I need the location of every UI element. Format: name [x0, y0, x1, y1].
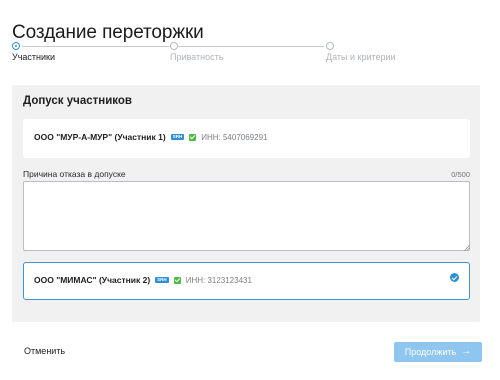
continue-button[interactable]: Продолжить →	[394, 342, 482, 362]
verified-check-icon	[189, 133, 197, 141]
participant-card-selected[interactable]: ООО "МИМАС" (Участник 2) SRH ИНН: 312312…	[23, 262, 470, 300]
admission-panel: Допуск участников ООО "МУР-А-МУР" (Участ…	[12, 85, 480, 322]
step-dot-icon	[326, 42, 334, 50]
participant-inn: ИНН: 3123123431	[185, 275, 252, 285]
continue-label: Продолжить	[404, 347, 457, 357]
cancel-button[interactable]: Отменить	[24, 346, 65, 356]
arrow-right-icon: →	[461, 346, 472, 357]
verified-check-icon	[173, 276, 181, 284]
participant-badge: SRH	[170, 134, 185, 140]
participant-info: ООО "МИМАС" (Участник 2) SRH ИНН: 312312…	[34, 275, 252, 285]
step-active-dot-icon	[12, 42, 20, 50]
participant-inn: ИНН: 5407069291	[201, 132, 268, 142]
step-connector	[22, 46, 170, 47]
step-label: Даты и критерии	[326, 52, 396, 62]
reason-textarea[interactable]	[23, 181, 470, 251]
reason-label: Причина отказа в допуске	[23, 169, 126, 179]
reason-char-counter: 0/500	[451, 170, 470, 179]
participant-info: ООО "МУР-А-МУР" (Участник 1) SRH ИНН: 54…	[34, 132, 267, 142]
admission-title: Допуск участников	[23, 95, 132, 107]
participant-name: ООО "МУР-А-МУР" (Участник 1)	[34, 132, 166, 142]
participant-card[interactable]: ООО "МУР-А-МУР" (Участник 1) SRH ИНН: 54…	[23, 119, 470, 158]
step-dot-icon	[170, 42, 178, 50]
participant-name: ООО "МИМАС" (Участник 2)	[34, 275, 151, 285]
step-connector	[178, 46, 324, 47]
resize-grip-icon[interactable]	[464, 245, 470, 251]
stepper: Участники Приватность Даты и критерии	[12, 40, 492, 68]
step-label: Участники	[12, 52, 55, 62]
selected-check-icon[interactable]	[450, 273, 459, 282]
participant-badge: SRH	[155, 277, 169, 283]
step-label: Приватность	[170, 52, 224, 62]
